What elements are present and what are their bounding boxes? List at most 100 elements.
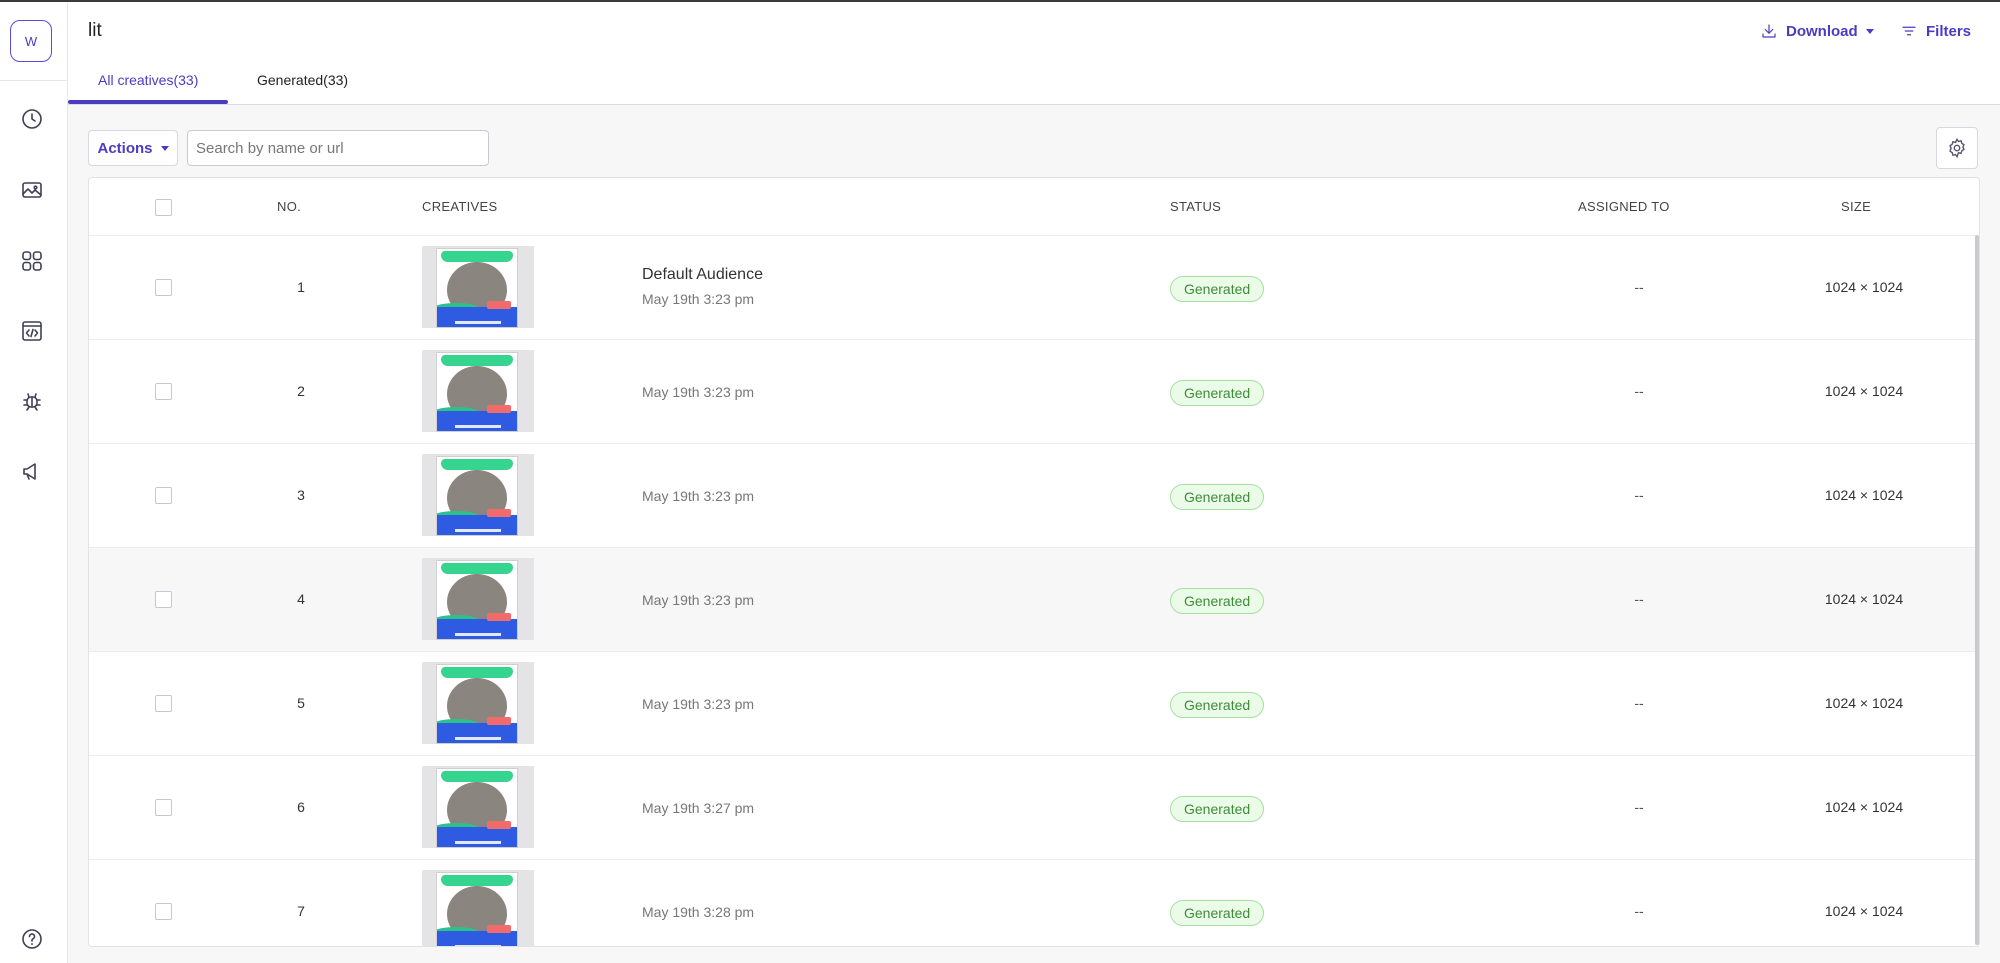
row-number: 7 <box>297 903 305 919</box>
table-row[interactable]: 2 May 19th 3:23 pm Generated -- 1024 × 1024 <box>89 339 1977 443</box>
creative-date: May 19th 3:23 pm <box>642 291 755 307</box>
creatives-table: NO. CREATIVES STATUS ASSIGNED TO SIZE 1 D… <box>88 177 1980 947</box>
creative-thumbnail[interactable] <box>422 454 534 536</box>
creative-poster-image <box>436 768 518 848</box>
table-row[interactable]: 5 May 19th 3:23 pm Generated -- 1024 × 1024 <box>89 651 1977 755</box>
table-row[interactable]: 6 May 19th 3:27 pm Generated -- 1024 × 1024 <box>89 755 1977 859</box>
gear-icon <box>1949 137 1965 159</box>
column-header-no[interactable]: NO. <box>277 199 301 214</box>
creative-date: May 19th 3:27 pm <box>642 800 755 816</box>
apps-grid-icon[interactable] <box>19 248 45 274</box>
row-number: 2 <box>297 383 305 399</box>
status-badge: Generated <box>1170 276 1265 302</box>
status-badge: Generated <box>1170 796 1265 822</box>
row-checkbox[interactable] <box>155 383 172 400</box>
table-row[interactable]: 3 May 19th 3:23 pm Generated -- 1024 × 1024 <box>89 443 1977 547</box>
size-value: 1024 × 1024 <box>1824 591 1904 607</box>
download-button[interactable]: Download <box>1760 22 1874 40</box>
download-label: Download <box>1786 22 1858 40</box>
row-number: 4 <box>297 591 305 607</box>
actions-label: Actions <box>97 139 153 157</box>
creative-poster-image <box>436 560 518 640</box>
column-header-creatives[interactable]: CREATIVES <box>422 199 497 214</box>
assigned-to-value: -- <box>1634 591 1644 607</box>
tab-all-creatives[interactable]: All creatives(33) <box>98 72 198 88</box>
sidebar: W <box>0 2 68 963</box>
creative-thumbnail[interactable] <box>422 558 534 640</box>
clock-icon[interactable] <box>19 106 45 132</box>
row-number: 3 <box>297 487 305 503</box>
creative-poster-image <box>436 456 518 536</box>
assigned-to-value: -- <box>1634 799 1644 815</box>
actions-dropdown[interactable]: Actions <box>88 130 178 166</box>
row-number: 1 <box>297 279 305 295</box>
select-all-checkbox[interactable] <box>155 199 172 216</box>
row-checkbox[interactable] <box>155 799 172 816</box>
creative-name[interactable]: Default Audience <box>642 266 763 284</box>
filters-button[interactable]: Filters <box>1900 22 1971 40</box>
filter-icon <box>1902 26 1916 36</box>
size-value: 1024 × 1024 <box>1824 383 1904 399</box>
code-window-icon[interactable] <box>19 318 45 344</box>
size-value: 1024 × 1024 <box>1824 799 1904 815</box>
creative-thumbnail[interactable] <box>422 870 534 946</box>
creative-thumbnail[interactable] <box>422 662 534 744</box>
creative-date: May 19th 3:23 pm <box>642 488 755 504</box>
chevron-down-icon <box>1865 28 1874 34</box>
filters-label: Filters <box>1926 22 1972 40</box>
table-row[interactable]: 1 Default Audience May 19th 3:23 pm Generat… <box>89 235 1977 339</box>
assigned-to-value: -- <box>1634 279 1644 295</box>
page-title: lit <box>88 20 102 41</box>
status-badge: Generated <box>1170 692 1265 718</box>
column-header-assigned-to[interactable]: ASSIGNED TO <box>1578 199 1670 214</box>
active-tab-indicator <box>68 100 228 104</box>
row-number: 5 <box>297 695 305 711</box>
row-checkbox[interactable] <box>155 695 172 712</box>
search-input[interactable] <box>187 130 489 166</box>
download-icon <box>1762 24 1776 38</box>
row-checkbox[interactable] <box>155 591 172 608</box>
creative-date: May 19th 3:28 pm <box>642 904 755 920</box>
table-row[interactable]: 7 May 19th 3:28 pm Generated -- 1024 × 1024 <box>89 859 1977 946</box>
creative-thumbnail[interactable] <box>422 766 534 848</box>
assigned-to-value: -- <box>1634 695 1644 711</box>
size-value: 1024 × 1024 <box>1824 695 1904 711</box>
creative-poster-image <box>436 664 518 744</box>
table-row[interactable]: 4 May 19th 3:23 pm Generated -- 1024 × 1024 <box>89 547 1977 651</box>
help-icon[interactable] <box>19 926 45 952</box>
status-badge: Generated <box>1170 484 1265 510</box>
creative-date: May 19th 3:23 pm <box>642 384 755 400</box>
status-badge: Generated <box>1170 380 1265 406</box>
status-badge: Generated <box>1170 900 1265 926</box>
assigned-to-value: -- <box>1634 383 1644 399</box>
page-header: lit Download Filters All creatives(33) G… <box>68 2 2000 105</box>
size-value: 1024 × 1024 <box>1824 903 1904 919</box>
creative-poster-image <box>436 248 518 328</box>
megaphone-icon[interactable] <box>19 458 45 484</box>
column-header-status[interactable]: STATUS <box>1170 199 1221 214</box>
row-checkbox[interactable] <box>155 279 172 296</box>
creative-thumbnail[interactable] <box>422 350 534 432</box>
creative-date: May 19th 3:23 pm <box>642 696 755 712</box>
tab-generated[interactable]: Generated(33) <box>257 72 348 88</box>
creative-poster-image <box>436 872 518 946</box>
size-value: 1024 × 1024 <box>1824 279 1904 295</box>
table-settings-button[interactable] <box>1936 127 1978 169</box>
size-value: 1024 × 1024 <box>1824 487 1904 503</box>
table-scrollbar[interactable] <box>1975 235 1979 945</box>
assigned-to-value: -- <box>1634 487 1644 503</box>
image-icon[interactable] <box>19 177 45 203</box>
row-number: 6 <box>297 799 305 815</box>
row-checkbox[interactable] <box>155 487 172 504</box>
sidebar-divider <box>0 80 68 81</box>
creative-poster-image <box>436 352 518 432</box>
row-checkbox[interactable] <box>155 903 172 920</box>
workspace-avatar[interactable]: W <box>10 20 52 62</box>
chevron-down-icon <box>160 145 169 151</box>
creative-thumbnail[interactable] <box>422 246 534 328</box>
assigned-to-value: -- <box>1634 903 1644 919</box>
column-header-size[interactable]: SIZE <box>1841 199 1871 214</box>
creative-date: May 19th 3:23 pm <box>642 592 755 608</box>
bug-icon[interactable] <box>19 388 45 414</box>
status-badge: Generated <box>1170 588 1265 614</box>
